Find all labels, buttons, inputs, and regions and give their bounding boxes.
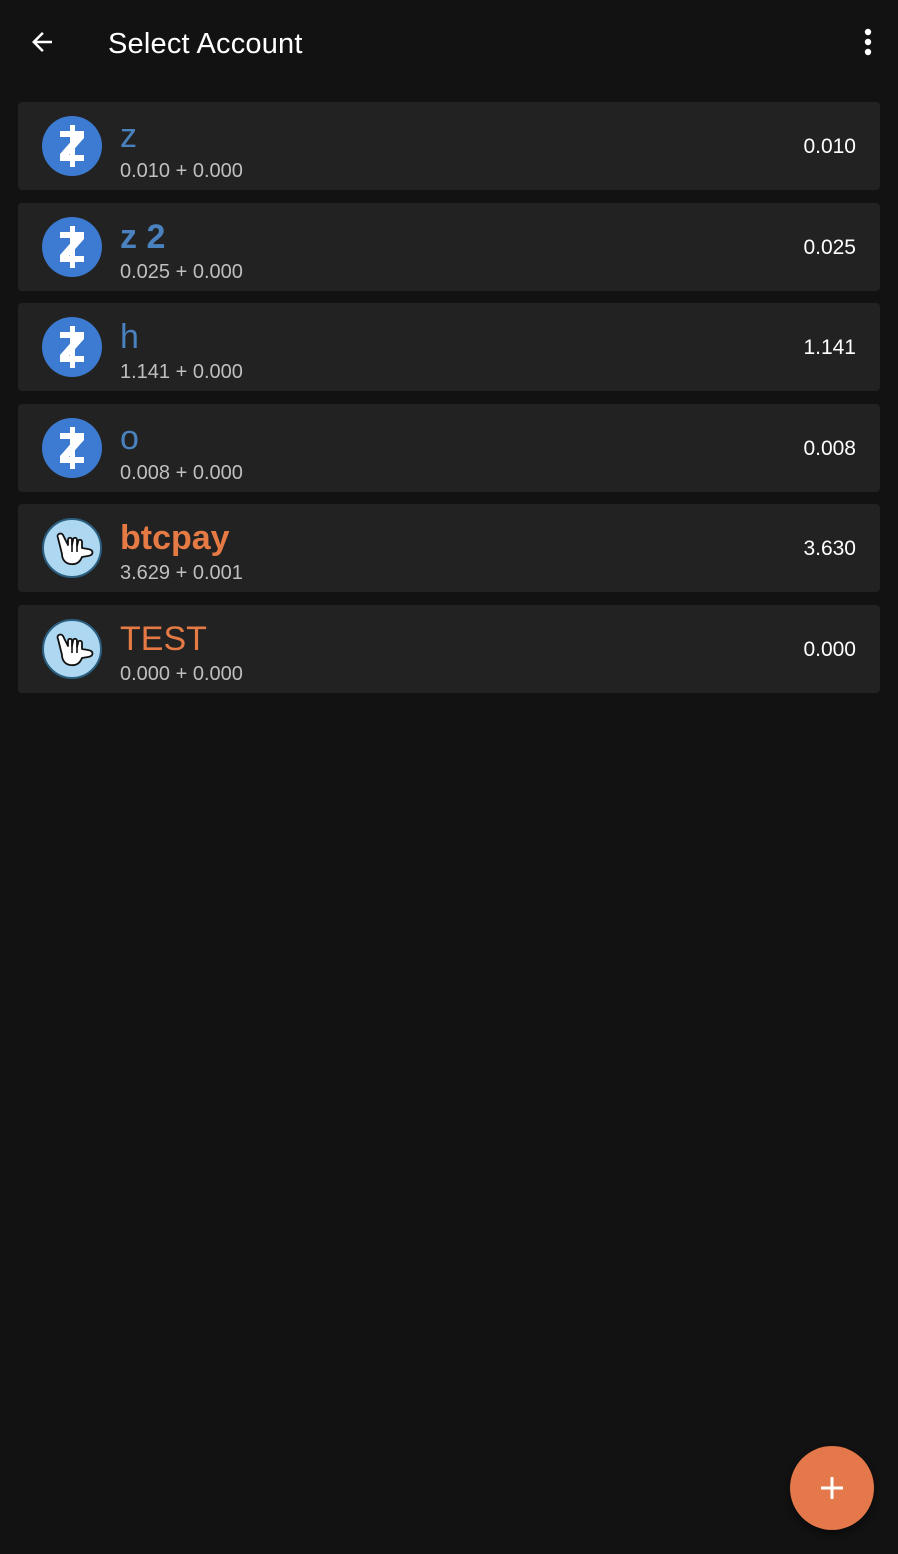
account-card[interactable]: btcpay 3.629 + 0.001 3.630 (18, 504, 880, 593)
breakdown-primary: 3.629 (120, 562, 171, 585)
account-breakdown: 0.010 + 0.000 (120, 158, 243, 184)
plus-icon (821, 1477, 843, 1499)
account-name: o (120, 418, 139, 457)
account-card[interactable]: o 0.008 + 0.000 0.008 (18, 403, 880, 492)
zcash-logo-icon (42, 417, 102, 478)
account-name: z 2 (120, 217, 166, 256)
page-title: Select Account (108, 28, 303, 60)
select-account-screen: Select Account z 0.010 + 0.000 0.010 z 2… (0, 0, 898, 1554)
breakdown-secondary: 0.000 (192, 260, 243, 283)
ycash-logo-icon (42, 518, 102, 579)
account-card[interactable]: TEST 0.000 + 0.000 0.000 (18, 604, 880, 693)
account-card[interactable]: h 1.141 + 0.000 1.141 (18, 303, 880, 392)
breakdown-separator: + (175, 260, 188, 283)
breakdown-secondary: 0.000 (192, 662, 243, 685)
breakdown-primary: 0.000 (120, 662, 171, 685)
breakdown-secondary: 0.001 (192, 562, 243, 585)
account-balance: 0.000 (803, 637, 856, 661)
add-account-button[interactable] (790, 1446, 874, 1530)
arrow-left-icon (32, 32, 52, 52)
account-balance: 0.025 (803, 235, 856, 259)
breakdown-secondary: 0.000 (192, 361, 243, 384)
account-name: h (120, 318, 139, 357)
breakdown-separator: + (175, 160, 188, 182)
account-name: z (120, 117, 137, 155)
account-balance: 0.008 (803, 436, 856, 460)
breakdown-primary: 0.008 (120, 461, 171, 484)
breakdown-primary: 0.010 (120, 160, 171, 182)
breakdown-separator: + (175, 361, 188, 384)
account-name: btcpay (120, 519, 230, 558)
breakdown-separator: + (175, 562, 188, 585)
account-card[interactable]: z 2 0.025 + 0.000 0.025 (18, 202, 880, 291)
breakdown-primary: 1.141 (120, 361, 171, 384)
account-breakdown: 1.141 + 0.000 (120, 359, 243, 385)
account-balance: 0.010 (803, 135, 856, 158)
account-card[interactable]: z 0.010 + 0.000 0.010 (18, 102, 880, 190)
account-balance: 1.141 (803, 336, 856, 360)
account-list: z 0.010 + 0.000 0.010 z 2 0.025 + 0.000 … (18, 102, 880, 706)
overflow-menu-button[interactable] (850, 20, 886, 64)
more-vert-icon (864, 28, 872, 56)
account-breakdown: 0.000 + 0.000 (120, 661, 243, 687)
breakdown-separator: + (175, 461, 188, 484)
account-balance: 3.630 (803, 537, 856, 561)
app-bar: Select Account (0, 0, 898, 88)
breakdown-primary: 0.025 (120, 260, 171, 283)
account-breakdown: 3.629 + 0.001 (120, 560, 243, 586)
account-breakdown: 0.025 + 0.000 (120, 259, 243, 285)
breakdown-secondary: 0.000 (192, 160, 243, 182)
breakdown-secondary: 0.000 (192, 461, 243, 484)
account-breakdown: 0.008 + 0.000 (120, 460, 243, 486)
zcash-logo-icon (42, 317, 102, 378)
back-button[interactable] (20, 20, 64, 64)
account-name: TEST (120, 619, 207, 658)
breakdown-separator: + (175, 662, 188, 685)
zcash-logo-icon (42, 116, 102, 176)
zcash-logo-icon (42, 216, 102, 277)
ycash-logo-icon (42, 618, 102, 679)
